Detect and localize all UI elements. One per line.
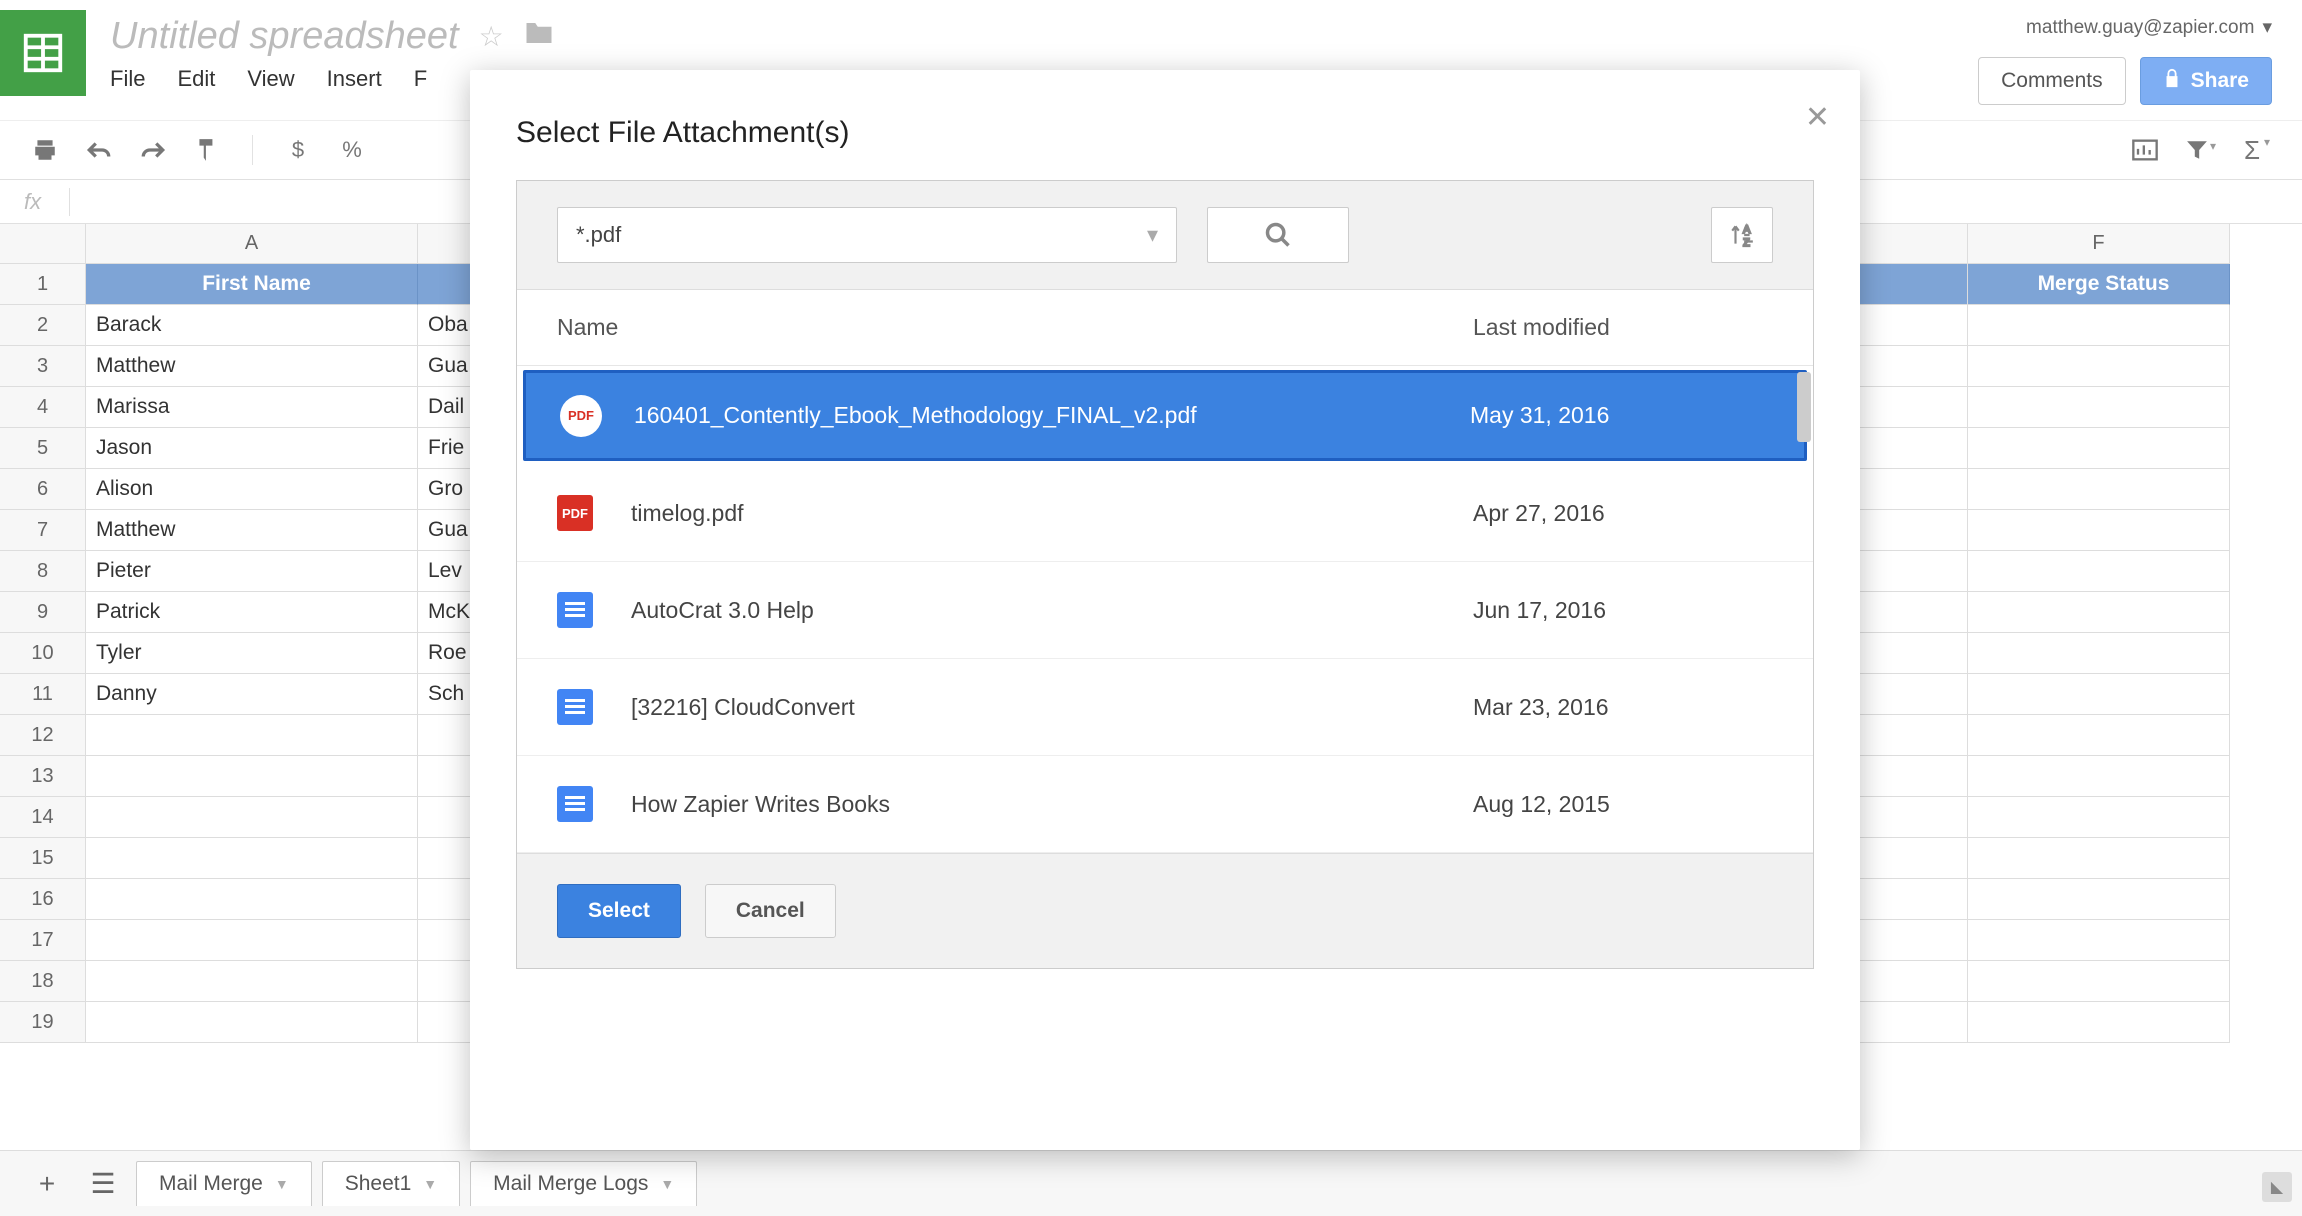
file-picker: *.pdf ▾ AZ Name Last modified PDF160401_… [516, 180, 1814, 969]
file-row[interactable]: PDFtimelog.pdfApr 27, 2016 [517, 465, 1813, 562]
file-picker-modal: ✕ Select File Attachment(s) *.pdf ▾ AZ N… [470, 70, 1860, 1150]
file-row[interactable]: PDF160401_Contently_Ebook_Methodology_FI… [523, 370, 1807, 461]
file-date: May 31, 2016 [1470, 402, 1770, 429]
file-row[interactable]: AutoCrat 3.0 HelpJun 17, 2016 [517, 562, 1813, 659]
file-name: [32216] CloudConvert [619, 694, 1473, 721]
modal-backdrop: ✕ Select File Attachment(s) *.pdf ▾ AZ N… [0, 0, 2302, 1216]
select-button[interactable]: Select [557, 884, 681, 938]
filter-value: *.pdf [576, 222, 621, 248]
column-header-name[interactable]: Name [557, 314, 1473, 341]
svg-text:A: A [1743, 224, 1751, 236]
cancel-button[interactable]: Cancel [705, 884, 836, 938]
file-date: Aug 12, 2015 [1473, 791, 1773, 818]
search-button[interactable] [1207, 207, 1349, 263]
file-row[interactable]: How Zapier Writes BooksAug 12, 2015 [517, 756, 1813, 853]
file-name: How Zapier Writes Books [619, 791, 1473, 818]
file-type-filter[interactable]: *.pdf ▾ [557, 207, 1177, 263]
svg-text:Z: Z [1743, 237, 1750, 248]
scrollbar-thumb[interactable] [1797, 372, 1811, 442]
file-date: Mar 23, 2016 [1473, 694, 1773, 721]
sort-button[interactable]: AZ [1711, 207, 1773, 263]
file-name: 160401_Contently_Ebook_Methodology_FINAL… [622, 402, 1470, 429]
pdf-icon: PDF [560, 395, 622, 437]
file-name: AutoCrat 3.0 Help [619, 597, 1473, 624]
file-date: Jun 17, 2016 [1473, 597, 1773, 624]
modal-title: Select File Attachment(s) [516, 116, 1814, 150]
doc-icon [557, 786, 619, 822]
doc-icon [557, 689, 619, 725]
close-icon[interactable]: ✕ [1805, 100, 1830, 135]
file-date: Apr 27, 2016 [1473, 500, 1773, 527]
file-list: PDF160401_Contently_Ebook_Methodology_FI… [517, 366, 1813, 853]
file-name: timelog.pdf [619, 500, 1473, 527]
column-header-modified[interactable]: Last modified [1473, 314, 1773, 341]
file-row[interactable]: [32216] CloudConvertMar 23, 2016 [517, 659, 1813, 756]
doc-icon [557, 592, 619, 628]
pdf-icon: PDF [557, 495, 619, 531]
chevron-down-icon: ▾ [1147, 222, 1158, 248]
